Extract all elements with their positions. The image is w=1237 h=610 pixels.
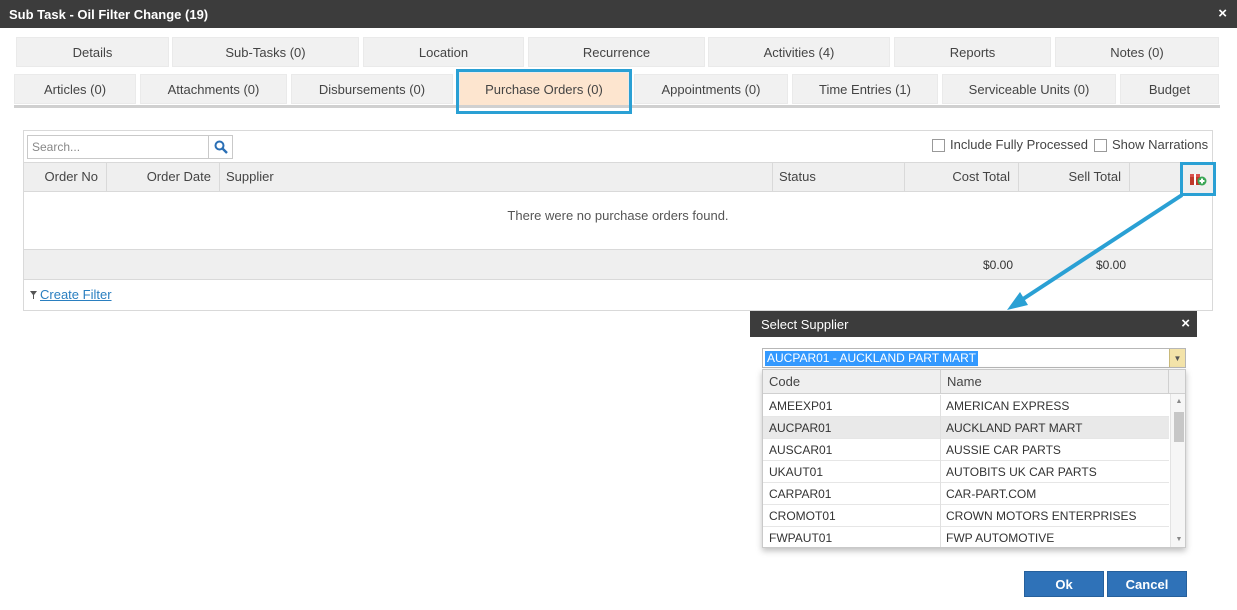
chevron-down-icon[interactable]: ▼ (1169, 349, 1185, 367)
list-item-selected[interactable]: AUCPAR01 AUCKLAND PART MART (763, 417, 1169, 439)
row-code: AUSCAR01 (769, 443, 833, 457)
column-separator (940, 439, 941, 461)
header-spacer (1169, 370, 1185, 394)
row-name: CROWN MOTORS ENTERPRISES (946, 509, 1137, 523)
row-name: AUTOBITS UK CAR PARTS (946, 465, 1097, 479)
dialog-title: Select Supplier (761, 316, 849, 332)
scroll-up-icon[interactable]: ▲ (1171, 398, 1185, 405)
row-code: UKAUT01 (769, 465, 824, 479)
column-separator (940, 483, 941, 505)
scrollbar-thumb[interactable] (1174, 412, 1184, 442)
list-item[interactable]: CARPAR01 CAR-PART.COM (763, 483, 1169, 505)
row-name: FWP AUTOMOTIVE (946, 531, 1055, 545)
row-name: AUSSIE CAR PARTS (946, 443, 1061, 457)
list-item[interactable]: AUSCAR01 AUSSIE CAR PARTS (763, 439, 1169, 461)
supplier-selected-value: AUCPAR01 - AUCKLAND PART MART (765, 351, 978, 366)
close-icon[interactable]: × (1181, 315, 1190, 332)
row-name: AMERICAN EXPRESS (946, 399, 1070, 413)
ok-button[interactable]: Ok (1024, 571, 1104, 597)
column-separator (940, 417, 941, 439)
column-separator (940, 527, 941, 547)
row-code: CROMOT01 (769, 509, 836, 523)
list-item[interactable]: AMEEXP01 AMERICAN EXPRESS (763, 395, 1169, 417)
row-code: AUCPAR01 (769, 421, 832, 435)
scroll-down-icon[interactable]: ▼ (1171, 536, 1185, 543)
cancel-button[interactable]: Cancel (1107, 571, 1187, 597)
supplier-dropdown-list: Code Name AMEEXP01 AMERICAN EXPRESS AUCPA… (762, 369, 1186, 548)
list-item[interactable]: UKAUT01 AUTOBITS UK CAR PARTS (763, 461, 1169, 483)
row-code: CARPAR01 (769, 487, 832, 501)
list-item[interactable]: FWPAUT01 FWP AUTOMOTIVE (763, 527, 1169, 547)
row-code: FWPAUT01 (769, 531, 833, 545)
column-separator (940, 395, 941, 417)
row-code: AMEEXP01 (769, 399, 833, 413)
list-item[interactable]: CROMOT01 CROWN MOTORS ENTERPRISES (763, 505, 1169, 527)
list-scrollbar[interactable]: ▲ ▼ (1170, 394, 1185, 547)
column-code[interactable]: Code (763, 370, 941, 394)
column-name[interactable]: Name (941, 370, 1169, 394)
column-separator (940, 461, 941, 483)
column-separator (940, 505, 941, 527)
row-name: CAR-PART.COM (946, 487, 1037, 501)
row-name: AUCKLAND PART MART (946, 421, 1083, 435)
dialog-titlebar: Select Supplier × (750, 311, 1197, 337)
supplier-combobox[interactable]: AUCPAR01 - AUCKLAND PART MART ▼ (762, 348, 1186, 368)
